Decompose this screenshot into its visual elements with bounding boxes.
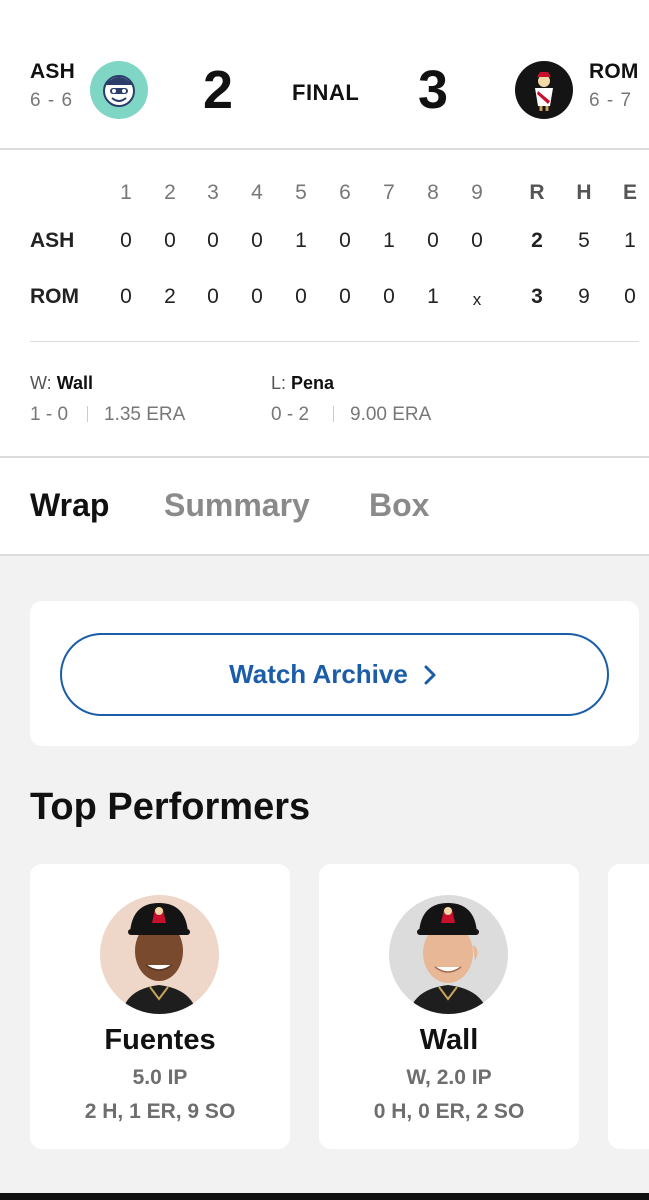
- watch-archive-label: Watch Archive: [229, 659, 408, 689]
- performer-card-partial[interactable]: [608, 864, 649, 1149]
- performer-card[interactable]: Wall W, 2.0 IP 0 H, 0 ER, 2 SO: [319, 864, 579, 1149]
- inning-score: 0: [383, 285, 395, 308]
- losing-pitcher-era: 9.00 ERA: [350, 404, 432, 425]
- chevron-right-icon: [424, 665, 436, 684]
- inning-score: x: [472, 290, 482, 309]
- separator: [333, 406, 334, 422]
- runs-total: 2: [531, 229, 543, 252]
- tab-box[interactable]: Box: [369, 487, 429, 524]
- linescore-table: 1 2 3 4 5 6 7 8 9 R H E ASH 0 0 0 0 1 0 …: [0, 0, 649, 309]
- inning-score: 0: [295, 285, 307, 308]
- away-team-record: 6 - 6: [30, 90, 74, 111]
- inning-header: 2: [164, 181, 176, 204]
- losing-pitcher[interactable]: L: Pena: [271, 373, 334, 394]
- performer-stat-line: 5.0 IP: [132, 1066, 188, 1089]
- losing-pitcher-record: 0 - 2: [271, 404, 310, 425]
- inning-score: 1: [383, 229, 395, 252]
- inning-score: 0: [164, 229, 176, 252]
- divider: [0, 554, 649, 556]
- winning-pitcher-era: 1.35 ERA: [104, 404, 186, 425]
- divider: [30, 341, 639, 342]
- errors-header: E: [622, 181, 637, 204]
- inning-header: 7: [383, 181, 395, 204]
- errors-total: 1: [624, 229, 636, 252]
- errors-total: 0: [624, 285, 636, 308]
- top-performers-title: Top Performers: [30, 786, 311, 828]
- performer-card[interactable]: Fuentes 5.0 IP 2 H, 1 ER, 9 SO: [30, 864, 290, 1149]
- home-score: 3: [418, 60, 449, 120]
- inning-header: 4: [251, 181, 263, 204]
- inning-header: 8: [427, 181, 439, 204]
- home-team-record: 6 - 7: [589, 90, 633, 111]
- rom-team-logo[interactable]: [515, 61, 573, 119]
- inning-header: 3: [207, 181, 219, 204]
- inning-header: 9: [471, 181, 483, 204]
- inning-header: 5: [295, 181, 307, 204]
- game-status: FINAL: [292, 80, 360, 105]
- separator: [87, 406, 88, 422]
- win-label: W:: [30, 373, 52, 393]
- inning-score: 0: [120, 285, 132, 308]
- watch-archive-card: Watch Archive: [30, 601, 639, 746]
- player-avatar: [389, 895, 508, 1014]
- winning-pitcher-record: 1 - 0: [30, 404, 69, 425]
- winning-pitcher-name: Wall: [56, 373, 94, 393]
- winning-pitcher[interactable]: W: Wall: [30, 373, 93, 394]
- away-team-abbr: ASH: [30, 60, 75, 83]
- inning-score: 0: [251, 285, 263, 308]
- inning-score: 0: [207, 229, 219, 252]
- score-header: ASH 6 - 6 2 FINAL 3 ROM 6 - 7: [0, 0, 649, 150]
- tab-summary[interactable]: Summary: [164, 487, 310, 524]
- watch-archive-button[interactable]: Watch Archive: [60, 633, 609, 716]
- losing-pitcher-name: Pena: [291, 373, 335, 393]
- inning-score: 0: [427, 229, 439, 252]
- divider: [0, 456, 649, 458]
- runs-header: R: [529, 181, 545, 204]
- inning-header: 1: [120, 181, 132, 204]
- inning-score: 2: [164, 285, 176, 308]
- ash-team-logo[interactable]: [90, 61, 148, 119]
- inning-score: 0: [120, 229, 132, 252]
- inning-score: 0: [251, 229, 263, 252]
- performer-name: Fuentes: [104, 1024, 216, 1056]
- inning-score: 0: [207, 285, 219, 308]
- hits-header: H: [576, 181, 592, 204]
- away-score: 2: [203, 60, 234, 120]
- linescore-team-away: ASH: [30, 229, 75, 252]
- bottom-bar: [0, 1193, 649, 1200]
- tab-wrap[interactable]: Wrap: [30, 487, 109, 524]
- inning-score: 1: [295, 229, 307, 252]
- hits-total: 5: [578, 229, 590, 252]
- player-avatar: [100, 895, 219, 1014]
- performer-stat-line: 0 H, 0 ER, 2 SO: [373, 1100, 525, 1123]
- performer-name: Wall: [419, 1024, 479, 1056]
- inning-score: 1: [427, 285, 439, 308]
- inning-score: 0: [471, 229, 483, 252]
- linescore-team-home: ROM: [30, 285, 79, 308]
- runs-total: 3: [531, 285, 543, 308]
- inning-score: 0: [339, 285, 351, 308]
- performer-stat-line: 2 H, 1 ER, 9 SO: [84, 1100, 236, 1123]
- inning-score: 0: [339, 229, 351, 252]
- home-team-abbr: ROM: [589, 60, 639, 83]
- performer-stat-line: W, 2.0 IP: [406, 1066, 492, 1089]
- hits-total: 9: [578, 285, 590, 308]
- game-header-panel: ASH 6 - 6 2 FINAL 3 ROM 6 - 7 1 2 3 4 5 …: [0, 0, 649, 556]
- loss-label: L:: [271, 373, 287, 393]
- inning-header: 6: [339, 181, 351, 204]
